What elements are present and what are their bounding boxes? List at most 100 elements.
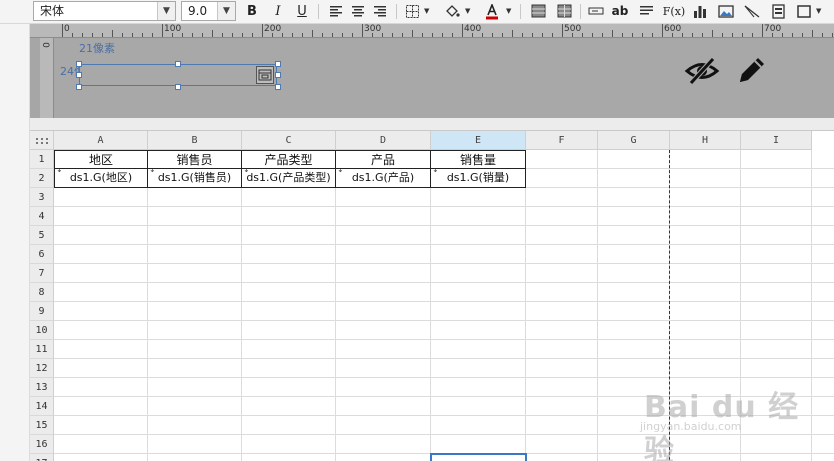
font-family-select[interactable]: 宋体 ▼ [33, 1, 176, 21]
column-header-a[interactable]: A [54, 131, 148, 150]
chevron-down-icon[interactable]: ▼ [217, 2, 235, 20]
row-header-8[interactable]: 8 [30, 283, 54, 302]
ruler-minor-tick [72, 33, 73, 37]
align-left-button[interactable] [326, 2, 346, 21]
column-header-b[interactable]: B [148, 131, 242, 150]
vertical-ruler: 0 [40, 38, 54, 118]
header-cell-c[interactable]: 产品类型 [242, 150, 336, 169]
row-header-6[interactable]: 6 [30, 245, 54, 264]
ruler-minor-tick [252, 33, 253, 37]
ruler-minor-tick [742, 33, 743, 37]
column-header-h[interactable]: H [670, 131, 741, 150]
row-header-9[interactable]: 9 [30, 302, 54, 321]
row-header-12[interactable]: 12 [30, 359, 54, 378]
text-field-button[interactable] [586, 2, 606, 21]
font-color-button[interactable] [482, 2, 502, 21]
data-cell-e[interactable]: ds1.G(销量) [431, 169, 526, 188]
select-all-corner[interactable] [30, 131, 54, 150]
ruler-minor-tick [292, 33, 293, 37]
row-header-11[interactable]: 11 [30, 340, 54, 359]
column-header-c[interactable]: C [242, 131, 336, 150]
underline-button[interactable]: U [292, 2, 312, 21]
italic-button[interactable]: I [268, 2, 288, 21]
grid-row-line [54, 358, 834, 359]
resize-handle[interactable] [175, 61, 181, 67]
frame-button[interactable] [794, 2, 814, 21]
grid-column-line [597, 150, 598, 461]
ruler-minor-tick [272, 33, 273, 37]
row-header-14[interactable]: 14 [30, 397, 54, 416]
resize-handle[interactable] [275, 84, 281, 90]
selected-cell-outline[interactable] [430, 453, 527, 461]
ruler-minor-tick [652, 33, 653, 37]
fill-color-button[interactable] [442, 2, 462, 21]
row-header-13[interactable]: 13 [30, 378, 54, 397]
chevron-down-icon[interactable]: ▼ [157, 2, 175, 20]
sheet-splitter[interactable] [30, 118, 834, 130]
slash-line-button[interactable] [742, 2, 762, 21]
chevron-down-icon[interactable]: ▼ [465, 2, 473, 21]
font-family-value: 宋体 [40, 4, 65, 18]
hide-eye-button[interactable] [684, 56, 720, 86]
data-cell-b[interactable]: ds1.G(销售员) [148, 169, 242, 188]
column-header-e[interactable]: E [431, 131, 526, 150]
header-cell-a[interactable]: 地区 [54, 150, 148, 169]
chevron-down-icon[interactable]: ▼ [816, 2, 824, 21]
ruler-minor-tick [812, 30, 813, 37]
row-header-3[interactable]: 3 [30, 188, 54, 207]
sub-report-button[interactable] [768, 2, 788, 21]
row-header-15[interactable]: 15 [30, 416, 54, 435]
font-size-select[interactable]: 9.0 ▼ [181, 1, 236, 21]
border-button[interactable] [402, 2, 422, 21]
cell-text: ds1.G(销售员) [157, 171, 232, 184]
ruler-minor-tick [392, 33, 393, 37]
align-right-button[interactable] [370, 2, 390, 21]
split-cells-button[interactable] [554, 2, 574, 21]
ruler-minor-tick [722, 33, 723, 37]
row-header-2[interactable]: 2 [30, 169, 54, 188]
header-cell-b[interactable]: 销售员 [148, 150, 242, 169]
chart-button[interactable] [690, 2, 710, 21]
row-header-7[interactable]: 7 [30, 264, 54, 283]
resize-handle[interactable] [76, 61, 82, 67]
grid-column-line [241, 150, 242, 461]
data-cell-c[interactable]: ds1.G(产品类型) [242, 169, 336, 188]
cell-text: 产品类型 [264, 153, 313, 167]
calendar-icon[interactable] [256, 66, 274, 84]
column-header-d[interactable]: D [336, 131, 431, 150]
column-header-f[interactable]: F [526, 131, 598, 150]
column-header-i[interactable]: I [741, 131, 812, 150]
row-header-5[interactable]: 5 [30, 226, 54, 245]
ruler-minor-tick [382, 33, 383, 37]
edit-button[interactable] [734, 54, 768, 86]
row-header-16[interactable]: 16 [30, 435, 54, 454]
chevron-down-icon[interactable]: ▼ [506, 2, 514, 21]
text-button[interactable]: ab [610, 2, 630, 21]
paragraph-button[interactable] [636, 2, 656, 21]
ruler-minor-tick [532, 33, 533, 37]
data-cell-d[interactable]: ds1.G(产品) [336, 169, 431, 188]
resize-handle[interactable] [275, 61, 281, 67]
formula-button[interactable]: F(x) [662, 2, 686, 21]
header-cell-d[interactable]: 产品 [336, 150, 431, 169]
ruler-minor-tick [352, 33, 353, 37]
column-header-g[interactable]: G [598, 131, 670, 150]
data-cell-a[interactable]: ds1.G(地区) [54, 169, 148, 188]
ruler-minor-tick [442, 33, 443, 37]
row-header-1[interactable]: 1 [30, 150, 54, 169]
ruler-minor-tick [522, 33, 523, 37]
merge-cells-button[interactable] [528, 2, 548, 21]
bold-button[interactable]: B [242, 2, 262, 21]
chevron-down-icon[interactable]: ▼ [424, 2, 432, 21]
row-header-10[interactable]: 10 [30, 321, 54, 340]
resize-handle[interactable] [76, 72, 82, 78]
resize-handle[interactable] [76, 84, 82, 90]
date-widget[interactable] [79, 64, 277, 86]
image-button[interactable] [716, 2, 736, 21]
resize-handle[interactable] [275, 72, 281, 78]
header-cell-e[interactable]: 销售量 [431, 150, 526, 169]
row-header-17[interactable]: 17 [30, 454, 54, 461]
resize-handle[interactable] [175, 84, 181, 90]
row-header-4[interactable]: 4 [30, 207, 54, 226]
align-center-button[interactable] [348, 2, 368, 21]
